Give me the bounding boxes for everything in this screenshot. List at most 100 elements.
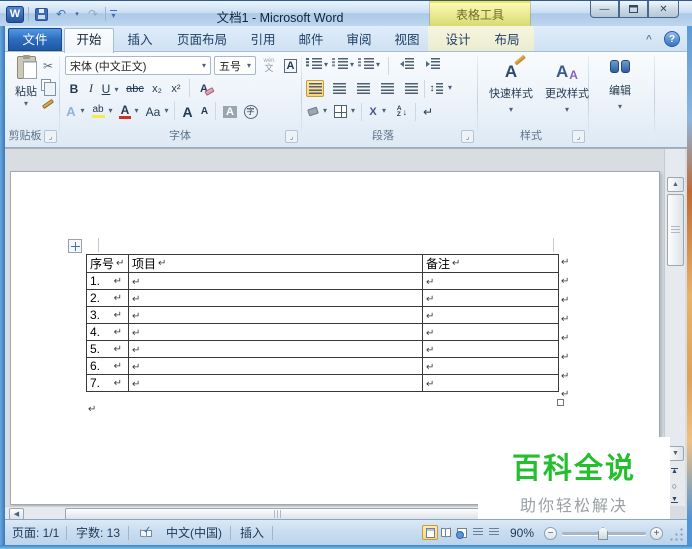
asian-layout-button[interactable]: X <box>366 103 380 120</box>
table-cell[interactable]: ↵ <box>128 374 423 392</box>
line-spacing-button[interactable]: ↕ <box>428 80 444 97</box>
show-hide-marks-button[interactable]: ↵ <box>420 103 436 120</box>
copy-button[interactable] <box>41 79 56 96</box>
table-cell[interactable]: ↵ <box>128 289 423 307</box>
word-logo-icon[interactable]: W <box>6 5 24 23</box>
paste-button[interactable]: 粘贴 ▾ <box>10 55 42 128</box>
table-cell[interactable]: ↵ <box>128 357 423 375</box>
highlight-color-button[interactable]: ab <box>89 102 107 121</box>
tab-review[interactable]: 审阅 <box>336 29 382 52</box>
shading-button[interactable] <box>305 103 321 120</box>
distribute-button[interactable] <box>402 80 420 97</box>
draft-view-button[interactable] <box>486 525 502 540</box>
table-cell[interactable]: 4. ↵ <box>86 323 129 341</box>
table-cell[interactable]: ↵ <box>422 272 559 290</box>
tab-mailings[interactable]: 邮件 <box>288 29 334 52</box>
enclose-characters-button[interactable]: 字 <box>241 102 260 121</box>
print-layout-view-button[interactable] <box>422 525 438 540</box>
subscript-button[interactable]: x₂ <box>148 79 166 98</box>
numbering-dropdown[interactable]: ▾ <box>348 60 356 69</box>
character-shading-button[interactable]: A <box>221 102 239 121</box>
table-move-handle[interactable] <box>68 239 82 253</box>
table-cell[interactable]: ↵ <box>422 306 559 324</box>
tab-references[interactable]: 引用 <box>240 29 286 52</box>
table-cell[interactable]: 1. ↵ <box>86 272 129 290</box>
table-resize-handle[interactable] <box>557 399 564 406</box>
italic-button[interactable]: I <box>83 79 99 98</box>
vertical-scroll-thumb[interactable] <box>667 194 684 266</box>
font-color-button[interactable]: A <box>117 102 133 121</box>
undo-dropdown[interactable]: ▾ <box>73 6 81 22</box>
table-cell[interactable]: ↵ <box>128 340 423 358</box>
document-table[interactable]: 序号 ↵ 项目 ↵ 备注 ↵ 1. ↵ ↵ ↵ 2. ↵ ↵ ↵ 3. ↵ ↵ ↵ <box>86 254 559 392</box>
table-cell[interactable]: 5. ↵ <box>86 340 129 358</box>
customize-qat-button[interactable]: ▾ <box>110 10 117 20</box>
zoom-slider-thumb[interactable] <box>598 527 608 540</box>
table-cell[interactable]: ↵ <box>128 272 423 290</box>
minimize-button[interactable]: — <box>590 1 619 18</box>
table-cell[interactable]: 项目 ↵ <box>128 254 423 273</box>
cut-button[interactable]: ✂ <box>40 58 56 74</box>
tab-page-layout[interactable]: 页面布局 <box>166 29 238 52</box>
save-button[interactable] <box>33 6 49 22</box>
tab-file[interactable]: 文件 <box>8 28 62 51</box>
table-cell[interactable]: ↵ <box>422 289 559 307</box>
language-indicator[interactable]: 中文(中国) <box>166 525 222 541</box>
fullscreen-reading-view-button[interactable] <box>438 525 454 540</box>
zoom-out-button[interactable]: − <box>544 527 557 540</box>
decrease-indent-button[interactable] <box>398 58 416 69</box>
table-cell[interactable]: ↵ <box>128 323 423 341</box>
change-case-button[interactable]: Aa <box>143 102 163 121</box>
table-cell[interactable]: ↵ <box>422 374 559 392</box>
table-cell[interactable]: ↵ <box>422 323 559 341</box>
insert-mode-indicator[interactable]: 插入 <box>240 525 264 541</box>
table-cell[interactable]: ↵ <box>422 357 559 375</box>
change-styles-button[interactable]: AA 更改样式 ▾ <box>540 56 594 128</box>
multilevel-dropdown[interactable]: ▾ <box>374 60 382 69</box>
quick-styles-button[interactable]: A 快速样式 ▾ <box>484 54 538 128</box>
bold-button[interactable]: B <box>65 79 83 98</box>
undo-button[interactable]: ↶ <box>53 6 69 22</box>
align-center-button[interactable] <box>330 80 348 97</box>
font-size-combobox[interactable]: 五号 ▾ <box>214 56 256 75</box>
table-cell[interactable]: 2. ↵ <box>86 289 129 307</box>
asian-layout-dropdown[interactable]: ▾ <box>380 106 388 115</box>
styles-dialog-launcher[interactable]: ⌟ <box>572 130 585 143</box>
tab-table-design[interactable]: 设计 <box>434 29 482 52</box>
underline-dropdown[interactable]: ▾ <box>112 83 121 95</box>
spelling-check-status[interactable]: ✓ <box>140 525 152 538</box>
multilevel-list-button[interactable] <box>358 58 374 69</box>
underline-button[interactable]: U <box>99 79 113 98</box>
tab-table-layout[interactable]: 布局 <box>484 29 530 52</box>
format-painter-button[interactable] <box>40 98 56 110</box>
sort-button[interactable]: AZ ↓ <box>393 103 411 120</box>
shrink-font-button[interactable]: A <box>197 102 212 121</box>
tab-view[interactable]: 视图 <box>384 29 430 52</box>
align-left-button[interactable] <box>306 80 324 97</box>
tab-insert[interactable]: 插入 <box>116 29 164 52</box>
zoom-in-button[interactable]: + <box>650 527 663 540</box>
clear-formatting-button[interactable]: A <box>194 79 220 98</box>
page-indicator[interactable]: 页面: 1/1 <box>12 525 59 541</box>
redo-button[interactable]: ↷ <box>85 6 101 22</box>
collapse-ribbon-icon[interactable]: ^ <box>646 34 652 45</box>
strikethrough-button[interactable]: abc <box>123 79 147 98</box>
help-button[interactable]: ? <box>664 31 680 47</box>
font-family-combobox[interactable]: 宋体 (中文正文) ▾ <box>65 56 211 75</box>
text-effects-button[interactable]: A <box>63 102 79 121</box>
justify-button[interactable] <box>378 80 396 97</box>
table-cell[interactable]: 备注 ↵ <box>422 254 559 273</box>
grow-font-button[interactable]: A <box>179 102 196 121</box>
word-count[interactable]: 字数: 13 <box>76 525 120 541</box>
close-button[interactable]: ✕ <box>648 1 679 18</box>
tab-home[interactable]: 开始 <box>64 28 114 53</box>
outline-view-button[interactable] <box>470 525 486 540</box>
zoom-level[interactable]: 90% <box>510 525 534 541</box>
font-dialog-launcher[interactable]: ⌟ <box>285 130 298 143</box>
bullets-button[interactable] <box>306 58 322 69</box>
scroll-up-button[interactable]: ▲ <box>667 177 684 192</box>
font-color-dropdown[interactable]: ▾ <box>132 106 141 115</box>
table-cell[interactable]: 序号 ↵ <box>86 254 129 273</box>
phonetic-guide-button[interactable]: wén 文 <box>259 56 279 75</box>
change-case-dropdown[interactable]: ▾ <box>162 106 171 115</box>
